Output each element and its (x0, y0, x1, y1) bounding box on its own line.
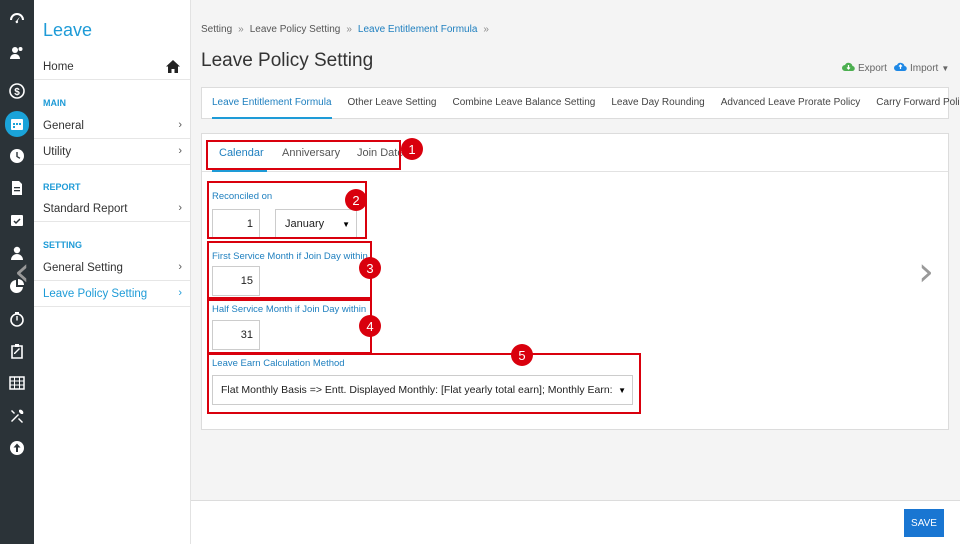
sidebar-item-label: Utility (43, 145, 72, 158)
sidebar-item-label: Standard Report (43, 202, 128, 215)
breadcrumb-separator: » (483, 24, 489, 35)
clock-icon[interactable] (0, 143, 34, 169)
people-icon[interactable] (0, 40, 34, 66)
sidebar-item-label: Leave Policy Setting (43, 287, 148, 300)
home-icon (166, 60, 180, 76)
annotation-badge-3: 3 (359, 257, 381, 279)
clipboard-icon[interactable] (0, 338, 34, 364)
annotation-box-1 (206, 140, 401, 170)
tab-bar: Leave Entitlement Formula Other Leave Se… (201, 87, 960, 119)
annotation-badge-2: 2 (345, 189, 367, 211)
breadcrumb-item[interactable]: Leave Policy Setting (250, 24, 341, 35)
svg-text:$: $ (14, 87, 20, 98)
annotation-box-4 (207, 299, 372, 354)
breadcrumb-item[interactable]: Setting (201, 24, 232, 35)
sidebar-item-label: General Setting (43, 261, 123, 274)
arrow-up-circle-icon[interactable] (0, 435, 34, 461)
breadcrumb-current: Leave Entitlement Formula (357, 24, 478, 35)
sidebar-item-utility[interactable]: Utility › (34, 139, 190, 165)
tools-icon[interactable] (0, 403, 34, 429)
tab-advanced-leave-prorate-policy[interactable]: Advanced Leave Prorate Policy (721, 87, 861, 119)
import-button[interactable]: Import ▼ (894, 61, 949, 75)
grid-icon[interactable] (0, 370, 34, 396)
annotation-badge-1: 1 (401, 138, 423, 160)
sidebar-item-leave-policy-setting[interactable]: Leave Policy Setting › (34, 281, 190, 307)
save-button[interactable]: SAVE (904, 509, 944, 537)
tab-other-leave-setting[interactable]: Other Leave Setting (348, 87, 437, 119)
sidebar: Leave Home MAIN General › Utility › REPORT… (34, 0, 191, 544)
sidebar-item-standard-report[interactable]: Standard Report › (34, 196, 190, 222)
sidebar-title: Leave (43, 20, 93, 40)
tab-carry-forward-policy[interactable]: Carry Forward Policy (876, 87, 960, 119)
tab-leave-day-rounding[interactable]: Leave Day Rounding (611, 87, 704, 119)
section-header-setting: SETTING (43, 240, 83, 250)
tab-combine-leave-balance-setting[interactable]: Combine Leave Balance Setting (452, 87, 595, 119)
document-icon[interactable] (0, 175, 34, 201)
dashboard-icon[interactable] (0, 6, 34, 32)
annotation-box-3 (207, 241, 372, 299)
import-label: Import (910, 62, 939, 74)
dollar-icon[interactable]: $ (0, 78, 34, 104)
main-content: Setting » Leave Policy Setting » Leave E… (191, 0, 960, 544)
subtab-underline (212, 170, 267, 172)
section-header-main: MAIN (43, 98, 66, 108)
export-label: Export (858, 62, 887, 74)
annotation-box-5 (207, 353, 641, 414)
prev-slide-arrow[interactable]: ‹ (14, 252, 30, 292)
calendar-check-icon[interactable] (0, 207, 34, 233)
sidebar-item-general-setting[interactable]: General Setting › (34, 255, 190, 281)
app-frame: $ Leave Home MAIN General › Utility › REPO… (0, 0, 960, 544)
cloud-download-icon (842, 61, 855, 75)
sidebar-item-home[interactable]: Home (34, 54, 190, 80)
annotation-box-2 (207, 181, 367, 239)
section-header-report: REPORT (43, 182, 81, 192)
annotation-badge-4: 4 (359, 315, 381, 337)
chevron-right-icon: › (178, 287, 182, 299)
sidebar-item-label: General (43, 119, 84, 132)
annotation-badge-5: 5 (511, 344, 533, 366)
chevron-right-icon: › (178, 261, 182, 273)
breadcrumb-separator: » (238, 24, 244, 35)
chevron-right-icon: › (178, 202, 182, 214)
cloud-upload-icon (894, 61, 907, 75)
page-title: Leave Policy Setting (201, 50, 374, 71)
chevron-right-icon: › (178, 119, 182, 131)
footer-bar: SAVE (191, 500, 960, 544)
tab-leave-entitlement-formula[interactable]: Leave Entitlement Formula (212, 87, 332, 119)
timer-icon[interactable] (0, 306, 34, 332)
next-slide-arrow[interactable]: › (918, 252, 934, 292)
sidebar-item-label: Home (43, 60, 74, 73)
formula-card: Calendar Anniversary Join Date Reconcile… (201, 133, 949, 430)
breadcrumb-separator: » (346, 24, 352, 35)
sidebar-item-general[interactable]: General › (34, 113, 190, 139)
breadcrumb: Setting » Leave Policy Setting » Leave E… (201, 24, 489, 35)
export-button[interactable]: Export (842, 61, 887, 75)
chevron-right-icon: › (178, 145, 182, 157)
calendar-icon[interactable] (0, 111, 34, 137)
caret-down-icon: ▼ (941, 63, 950, 73)
